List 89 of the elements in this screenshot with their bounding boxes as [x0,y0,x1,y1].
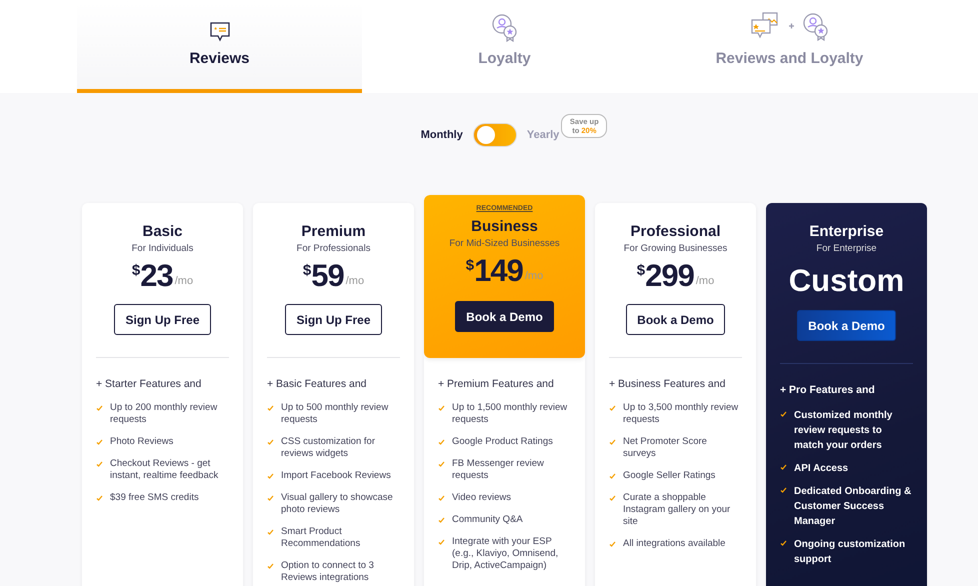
plan-audience: For Professionals [296,243,370,254]
feature-text: $39 free SMS credits [110,492,199,504]
check-icon [780,540,787,546]
cta-button[interactable]: Sign Up Free [285,304,382,335]
plan-price: Custom [788,262,904,300]
review-plus-badge-icon [750,12,828,42]
billing-period: /mo [524,270,544,282]
billing-period: /mo [346,275,364,287]
feature-text: Community Q&A [452,514,523,526]
features-heading: + Starter Features and [96,378,202,390]
check-icon [96,495,103,501]
monthly-label: Monthly [420,129,463,141]
features-heading: + Basic Features and [267,378,368,390]
plan-name: Business [471,218,538,235]
cta-button[interactable]: Book a Demo [626,304,725,335]
plan-name: Enterprise [809,223,884,240]
plan-name: Professional [630,223,721,240]
currency-symbol: $ [302,262,312,279]
billing-period: /mo [174,275,194,287]
check-icon [267,405,274,411]
plan-price: 59 [311,258,344,294]
feature-text: Up to 1,500 monthly review requests [452,402,568,426]
feature-text: Curate a shoppable Instagram gallery on your site [623,492,732,528]
plan-audience: For Enterprise [816,243,877,254]
feature-text: Video reviews [452,492,511,504]
billing-toggle-switch[interactable] [472,123,517,147]
plan-name: Premium [301,223,366,240]
feature-text: Import Facebook Reviews [281,470,391,482]
feature-text: Smart Product Recommendations [281,526,362,550]
check-icon [438,517,445,523]
feature-text: API Access [794,462,848,476]
yearly-label: Yearly [526,129,560,141]
check-icon [780,487,787,493]
features-heading: + Business Features and [609,378,726,390]
feature-text: Visual gallery to showcase photo reviews [281,492,394,516]
feature-text: Up to 200 monthly review requests [110,402,218,426]
check-icon [780,411,787,417]
feature-text: Net Promoter Score surveys [623,436,708,460]
plan-price: 149 [474,253,523,289]
cta-button[interactable]: Book a Demo [455,301,554,332]
check-icon [267,473,274,479]
feature-text: Ongoing customization support [794,538,906,567]
feature-text: Up to 500 monthly review requests [281,402,390,426]
check-icon [780,464,787,470]
check-icon [438,405,445,411]
badge-star-icon [492,14,518,42]
check-icon [609,495,616,501]
chat-bubble-icon [208,22,230,42]
check-icon [609,439,616,445]
check-icon [438,461,445,467]
check-icon [609,541,616,547]
check-icon [267,439,274,445]
check-icon [609,405,616,411]
feature-text: Dedicated Onboarding & Customer Success Manager [794,485,912,529]
feature-text: Up to 3,500 monthly review requests [623,402,740,426]
plan-name: Basic [142,223,183,240]
feature-text: Customized monthly review requests to match your orders [794,409,894,453]
plan-price: 23 [140,258,173,294]
check-icon [609,473,616,479]
currency-symbol: $ [466,257,474,274]
check-icon [96,405,103,411]
feature-text: Integrate with your ESP (e.g., Klaviyo, Omnisend, Drip, ActiveCampaign) [452,536,560,572]
check-icon [438,539,445,545]
feature-text: Photo Reviews [110,436,174,448]
check-icon [438,495,445,501]
features-heading: + Premium Features and [438,378,555,390]
features-heading: + Pro Features and [780,384,876,396]
feature-text: Checkout Reviews - get instant, realtime feedback [110,458,220,482]
check-icon [96,461,103,467]
plan-audience: For Growing Businesses [624,243,728,254]
currency-symbol: $ [636,262,646,279]
check-icon [267,529,274,535]
billing-period: /mo [696,275,714,287]
check-icon [267,495,274,501]
plan-audience: For Individuals [132,243,194,254]
check-icon [267,563,274,569]
check-icon [438,439,445,445]
currency-symbol: $ [132,262,140,279]
plan-audience: For Mid-Sized Businesses [449,238,560,249]
check-icon [96,439,103,445]
feature-text: All integrations available [623,538,726,550]
feature-text: FB Messenger review requests [452,458,545,482]
cta-button[interactable]: Book a Demo [797,310,896,341]
feature-text: Option to connect to 3 Reviews integrations [281,560,375,584]
cta-button[interactable]: Sign Up Free [114,304,210,335]
plan-price: 299 [645,258,694,294]
feature-text: CSS customization for reviews widgets [281,436,376,460]
feature-text: Google Seller Ratings [623,470,716,482]
feature-text: Google Product Ratings [452,436,553,448]
